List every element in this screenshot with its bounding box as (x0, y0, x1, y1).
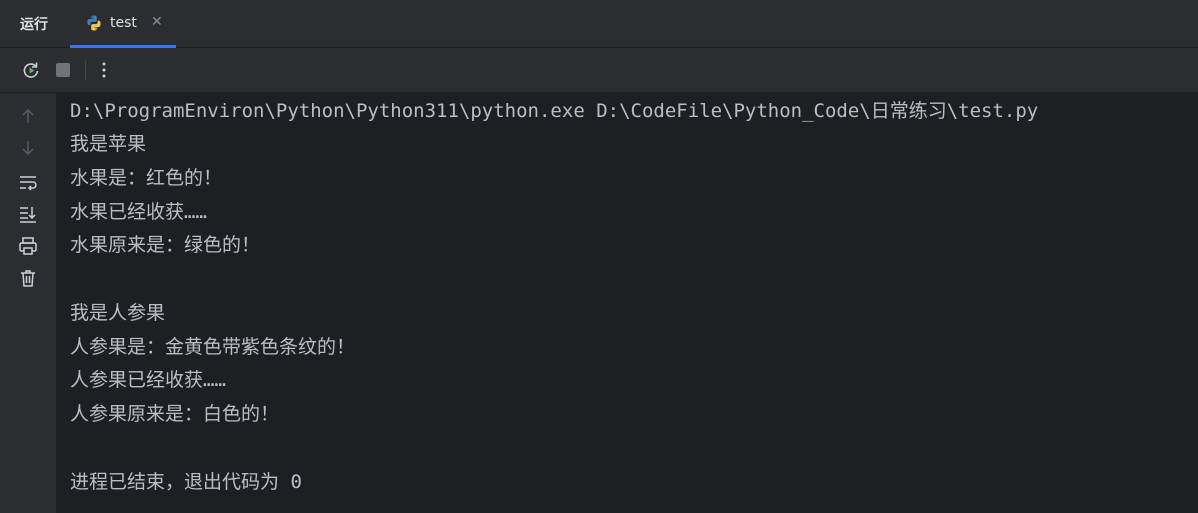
console-line: 水果原来是：绿色的！ (70, 234, 261, 256)
toolbar-divider (85, 60, 86, 80)
tab-test[interactable]: test ✕ (70, 0, 176, 48)
arrow-up-icon[interactable] (17, 105, 39, 127)
console-line: 进程已结束，退出代码为 0 (70, 471, 302, 493)
close-icon[interactable]: ✕ (151, 14, 163, 30)
more-vertical-icon[interactable] (93, 59, 115, 81)
soft-wrap-icon[interactable] (17, 171, 39, 193)
python-icon (85, 14, 103, 32)
console-line: 我是苹果 (70, 133, 147, 155)
console-gutter (0, 93, 56, 513)
console-line: 水果是：红色的！ (70, 167, 223, 189)
arrow-down-icon[interactable] (17, 137, 39, 159)
print-icon[interactable] (17, 235, 39, 257)
scroll-to-end-icon[interactable] (17, 203, 39, 225)
console-line: 人参果是：金黄色带紫色条纹的！ (70, 336, 356, 358)
tool-window-header: 运行 test ✕ (0, 0, 1198, 48)
console-line: 人参果已经收获…… (70, 369, 226, 391)
run-toolbar (0, 48, 1198, 93)
console-output[interactable]: D:\ProgramEnviron\Python\Python311\pytho… (56, 93, 1198, 513)
tab-label: test (110, 15, 137, 31)
stop-icon[interactable] (52, 59, 74, 81)
rerun-icon[interactable] (20, 59, 42, 81)
run-panel-title: 运行 (20, 17, 48, 33)
console-line: 我是人参果 (70, 302, 166, 324)
trash-icon[interactable] (17, 267, 39, 289)
console-line: 水果已经收获…… (70, 201, 207, 223)
console-line: D:\ProgramEnviron\Python\Python311\pytho… (70, 100, 1039, 122)
console-line: 人参果原来是：白色的！ (70, 403, 280, 425)
